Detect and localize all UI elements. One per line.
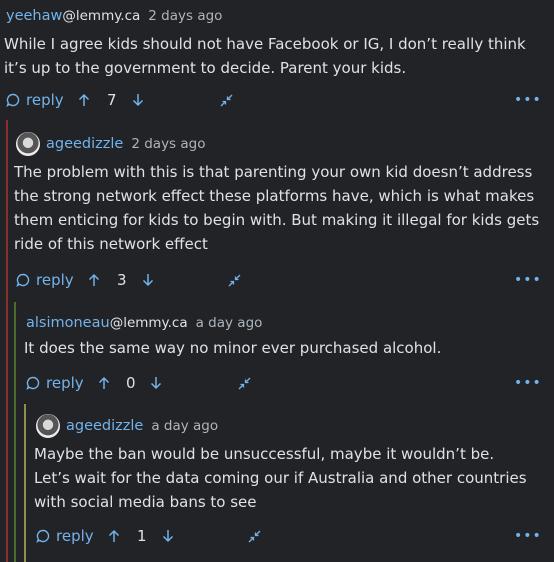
comment-yeehaw: yeehaw @lemmy.ca 2 days ago While I agree…: [4, 4, 552, 116]
thread-line-level-1: [6, 120, 8, 562]
collapse-icon[interactable]: [220, 88, 233, 112]
comment-body: The problem with this is that parenting …: [14, 163, 540, 253]
comment-alsimoneau: alsimoneau @lemmy.ca a day ago It does th…: [24, 311, 552, 401]
downvote-icon[interactable]: [162, 524, 174, 548]
score: 7: [107, 91, 117, 109]
more-options-icon[interactable]: •••: [514, 268, 542, 292]
collapse-icon[interactable]: [248, 524, 261, 548]
upvote-icon[interactable]: [78, 88, 90, 112]
collapse-icon[interactable]: [228, 268, 241, 292]
timestamp: a day ago: [195, 315, 263, 331]
instance-label: @lemmy.ca: [62, 8, 141, 24]
more-options-icon[interactable]: •••: [514, 371, 542, 395]
score: 1: [137, 527, 147, 545]
thread-line-level-2: [14, 302, 16, 562]
reply-button[interactable]: reply: [6, 88, 64, 112]
more-options-icon[interactable]: •••: [514, 524, 542, 548]
downvote-icon[interactable]: [150, 371, 162, 395]
avatar[interactable]: [36, 414, 60, 438]
upvote-icon[interactable]: [108, 524, 120, 548]
timestamp: 2 days ago: [148, 8, 223, 24]
comment-body: While I agree kids should not have Faceb…: [4, 35, 526, 77]
comment-body: It does the same way no minor ever purch…: [24, 339, 442, 357]
reply-button[interactable]: reply: [36, 524, 94, 548]
upvote-icon[interactable]: [98, 371, 110, 395]
reply-icon: [16, 273, 30, 287]
more-options-icon[interactable]: •••: [514, 88, 542, 112]
collapse-icon[interactable]: [238, 371, 251, 395]
score: 0: [126, 374, 136, 392]
score: 3: [117, 271, 127, 289]
comment-header: ageedizzle a day ago: [36, 414, 552, 438]
reply-label: reply: [46, 374, 84, 392]
reply-label: reply: [26, 91, 64, 109]
thread-line-level-3: [24, 404, 26, 562]
instance-label: @lemmy.ca: [109, 315, 188, 331]
comment-header: ageedizzle 2 days ago: [16, 132, 552, 156]
upvote-icon[interactable]: [88, 268, 100, 292]
comment-actions: reply 1 •••: [36, 524, 552, 548]
timestamp: 2 days ago: [131, 136, 206, 152]
comment-header: yeehaw @lemmy.ca 2 days ago: [6, 4, 552, 28]
username-link[interactable]: ageedizzle: [66, 418, 143, 434]
reply-button[interactable]: reply: [26, 371, 84, 395]
comment-actions: reply 7 •••: [6, 88, 552, 112]
username-link[interactable]: alsimoneau: [26, 315, 110, 331]
reply-label: reply: [56, 527, 94, 545]
username-link[interactable]: ageedizzle: [46, 136, 123, 152]
comment-header: alsimoneau @lemmy.ca a day ago: [26, 311, 552, 335]
reply-label: reply: [36, 271, 74, 289]
reply-icon: [36, 529, 50, 543]
comment-body: Maybe the ban would be unsuccessful, may…: [34, 445, 527, 511]
comment-ageedizzle-1: ageedizzle 2 days ago The problem with t…: [14, 132, 552, 298]
reply-icon: [26, 376, 40, 390]
downvote-icon[interactable]: [132, 88, 144, 112]
downvote-icon[interactable]: [142, 268, 154, 292]
comment-actions: reply 3 •••: [16, 268, 552, 292]
username-link[interactable]: yeehaw: [6, 8, 62, 24]
reply-icon: [6, 93, 20, 107]
avatar[interactable]: [16, 132, 40, 156]
comment-ageedizzle-2: ageedizzle a day ago Maybe the ban would…: [34, 414, 552, 554]
comment-actions: reply 0 •••: [26, 371, 552, 395]
reply-button[interactable]: reply: [16, 268, 74, 292]
timestamp: a day ago: [151, 418, 219, 434]
